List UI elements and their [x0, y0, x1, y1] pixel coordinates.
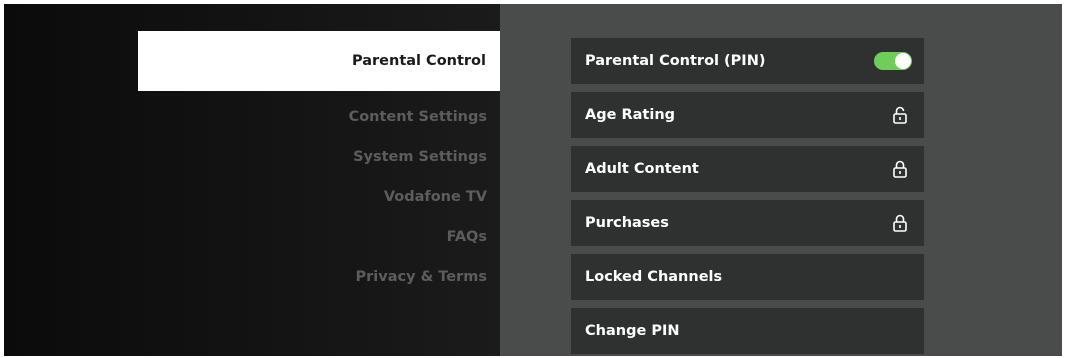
setting-row-adult-content[interactable]: Adult Content [571, 146, 924, 192]
lock-icon [893, 160, 907, 178]
setting-label: Parental Control (PIN) [585, 53, 766, 69]
setting-row-change-pin[interactable]: Change PIN [571, 308, 924, 354]
menu-item-system-settings[interactable]: System Settings [353, 149, 487, 165]
setting-row-locked-channels[interactable]: Locked Channels [571, 254, 924, 300]
setting-label: Purchases [585, 215, 669, 231]
menu-item-content-settings[interactable]: Content Settings [349, 109, 487, 125]
setting-row-parental-control-pin[interactable]: Parental Control (PIN) [571, 38, 924, 84]
setting-label: Locked Channels [585, 269, 723, 285]
menu-item-privacy-terms[interactable]: Privacy & Terms [356, 269, 487, 285]
setting-row-age-rating[interactable]: Age Rating [571, 92, 924, 138]
setting-label: Age Rating [585, 107, 676, 123]
menu-item-vodafone-tv[interactable]: Vodafone TV [384, 189, 487, 205]
lock-icon [893, 214, 907, 232]
settings-screen: Parental Control Content Settings System… [4, 4, 1062, 356]
menu-item-faqs[interactable]: FAQs [447, 229, 487, 245]
menu-item-parental-control[interactable]: Parental Control [138, 31, 507, 91]
toggle-knob [895, 53, 911, 69]
setting-label: Change PIN [585, 323, 680, 339]
settings-menu: Parental Control [4, 4, 507, 356]
menu-item-label: Parental Control [351, 53, 486, 69]
setting-row-purchases[interactable]: Purchases [571, 200, 924, 246]
setting-label: Adult Content [585, 161, 699, 177]
unlock-icon [893, 106, 907, 124]
parental-control-toggle[interactable] [874, 52, 912, 70]
